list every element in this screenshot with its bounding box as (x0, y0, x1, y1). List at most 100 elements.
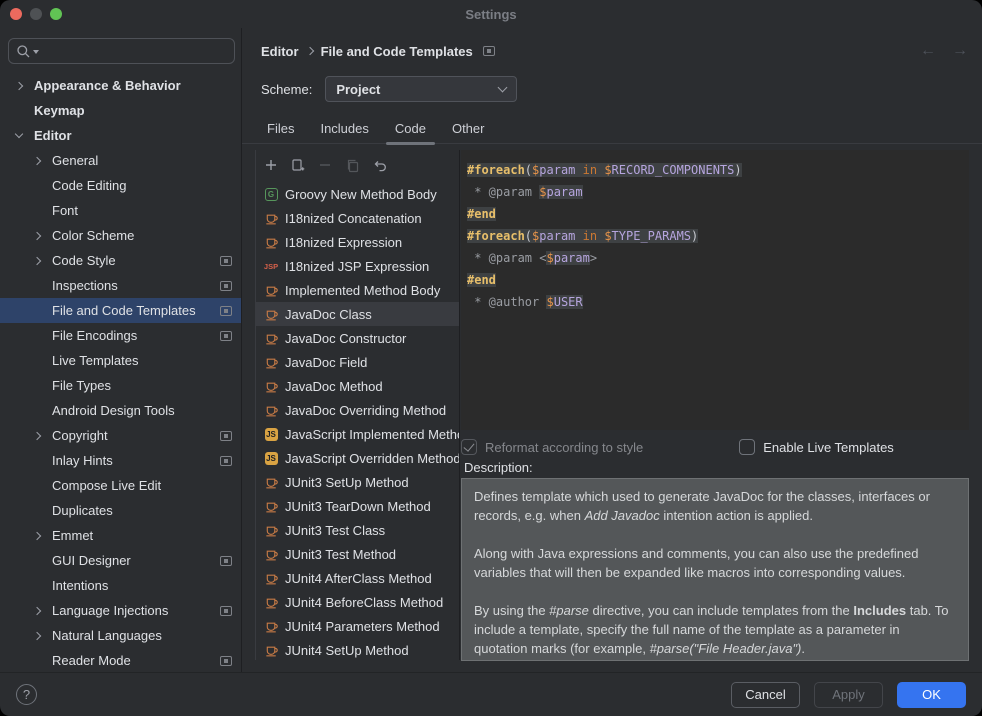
sidebar-item-code-style[interactable]: Code Style (0, 248, 241, 273)
template-item-javadoc-overriding-method[interactable]: JavaDoc Overriding Method (256, 398, 459, 422)
sidebar-item-inspections[interactable]: Inspections (0, 273, 241, 298)
back-button[interactable]: ← (920, 42, 936, 60)
sidebar-item-code-editing[interactable]: Code Editing (0, 173, 241, 198)
template-item-i18nized-jsp-expression[interactable]: JSPI18nized JSP Expression (256, 254, 459, 278)
chevron-right-icon[interactable] (33, 256, 41, 264)
template-item-label: Groovy New Method Body (285, 187, 437, 202)
sidebar-item-emmet[interactable]: Emmet (0, 523, 241, 548)
template-item-javascript-implemented-method[interactable]: JSJavaScript Implemented Method (256, 422, 459, 446)
code-line: #end (467, 203, 963, 225)
scheme-value: Project (336, 82, 380, 97)
template-item-javadoc-field[interactable]: JavaDoc Field (256, 350, 459, 374)
chevron-right-icon[interactable] (33, 431, 41, 439)
revert-template-button[interactable] (371, 157, 387, 173)
scheme-label: Scheme: (261, 82, 312, 97)
sidebar-item-inlay-hints[interactable]: Inlay Hints (0, 448, 241, 473)
chevron-right-icon[interactable] (33, 631, 41, 639)
sidebar-item-reader-mode[interactable]: Reader Mode (0, 648, 241, 672)
sidebar-item-file-encodings[interactable]: File Encodings (0, 323, 241, 348)
sidebar-item-android-design-tools[interactable]: Android Design Tools (0, 398, 241, 423)
template-item-junit4-parameters-method[interactable]: JUnit4 Parameters Method (256, 614, 459, 638)
tab-other[interactable]: Other (439, 114, 498, 143)
sidebar-item-font[interactable]: Font (0, 198, 241, 223)
chevron-down-icon[interactable] (15, 130, 23, 138)
settings-sidebar: Appearance & BehaviorKeymapEditor General… (0, 28, 242, 672)
description-paragraph: Defines template which used to generate … (474, 487, 956, 525)
minimize-window-button[interactable] (30, 8, 42, 20)
code-line: #foreach($param in $TYPE_PARAMS) (467, 225, 963, 247)
tab-includes[interactable]: Includes (307, 114, 381, 143)
sidebar-item-keymap[interactable]: Keymap (0, 98, 241, 123)
description-label: Description: (464, 460, 533, 475)
sidebar-item-label: Android Design Tools (52, 403, 175, 418)
template-item-junit3-test-method[interactable]: JUnit3 Test Method (256, 542, 459, 566)
template-item-junit3-setup-method[interactable]: JUnit3 SetUp Method (256, 470, 459, 494)
template-item-groovy-new-method-body[interactable]: GGroovy New Method Body (256, 182, 459, 206)
sidebar-item-editor[interactable]: Editor (0, 123, 241, 148)
sidebar-item-gui-designer[interactable]: GUI Designer (0, 548, 241, 573)
chevron-right-icon[interactable] (33, 156, 41, 164)
chevron-right-icon[interactable] (33, 606, 41, 614)
duplicate-template-button[interactable] (290, 157, 306, 173)
template-item-i18nized-concatenation[interactable]: I18nized Concatenation (256, 206, 459, 230)
sidebar-item-duplicates[interactable]: Duplicates (0, 498, 241, 523)
sidebar-item-appearance-behavior[interactable]: Appearance & Behavior (0, 73, 241, 98)
sidebar-item-live-templates[interactable]: Live Templates (0, 348, 241, 373)
sidebar-item-label: General (52, 153, 98, 168)
enable-live-templates-checkbox[interactable] (739, 439, 755, 455)
remove-template-button[interactable] (317, 157, 333, 173)
sidebar-item-file-types[interactable]: File Types (0, 373, 241, 398)
cancel-button[interactable]: Cancel (731, 682, 800, 708)
description-paragraph: Along with Java expressions and comments… (474, 544, 956, 582)
template-item-junit3-test-class[interactable]: JUnit3 Test Class (256, 518, 459, 542)
copy-template-button[interactable] (344, 157, 360, 173)
sidebar-item-compose-live-edit[interactable]: Compose Live Edit (0, 473, 241, 498)
add-template-button[interactable] (263, 157, 279, 173)
tabs: FilesIncludesCodeOther (242, 114, 982, 144)
template-item-junit4-afterclass-method[interactable]: JUnit4 AfterClass Method (256, 566, 459, 590)
search-input[interactable] (8, 38, 235, 64)
ok-button[interactable]: OK (897, 682, 966, 708)
scheme-dropdown[interactable]: Project (325, 76, 517, 102)
template-item-label: I18nized Concatenation (285, 211, 422, 226)
template-item-javadoc-method[interactable]: JavaDoc Method (256, 374, 459, 398)
chevron-right-icon[interactable] (33, 531, 41, 539)
sidebar-item-natural-languages[interactable]: Natural Languages (0, 623, 241, 648)
template-editor[interactable]: #foreach($param in $RECORD_COMPONENTS) *… (461, 150, 969, 430)
sidebar-item-file-and-code-templates[interactable]: File and Code Templates (0, 298, 241, 323)
sidebar-item-intentions[interactable]: Intentions (0, 573, 241, 598)
tab-files[interactable]: Files (254, 114, 307, 143)
close-window-button[interactable] (10, 8, 22, 20)
template-item-implemented-method-body[interactable]: Implemented Method Body (256, 278, 459, 302)
tab-code[interactable]: Code (382, 114, 439, 143)
template-item-junit4-beforeclass-method[interactable]: JUnit4 BeforeClass Method (256, 590, 459, 614)
template-item-javadoc-class[interactable]: JavaDoc Class (256, 302, 459, 326)
template-item-javadoc-constructor[interactable]: JavaDoc Constructor (256, 326, 459, 350)
chevron-right-icon[interactable] (15, 81, 23, 89)
template-item-junit4-setup-method[interactable]: JUnit4 SetUp Method (256, 638, 459, 660)
sidebar-item-color-scheme[interactable]: Color Scheme (0, 223, 241, 248)
template-item-label: JavaScript Implemented Method (285, 427, 459, 442)
java-class-icon (263, 498, 279, 514)
reformat-checkbox[interactable] (461, 439, 477, 455)
java-class-icon (263, 402, 279, 418)
chevron-right-icon[interactable] (33, 231, 41, 239)
sidebar-item-copyright[interactable]: Copyright (0, 423, 241, 448)
search-icon (16, 44, 31, 59)
template-item-junit3-teardown-method[interactable]: JUnit3 TearDown Method (256, 494, 459, 518)
template-item-javascript-overridden-method[interactable]: JSJavaScript Overridden Method (256, 446, 459, 470)
java-class-icon (263, 546, 279, 562)
sidebar-item-label: Reader Mode (52, 653, 131, 668)
sidebar-item-general[interactable]: General (0, 148, 241, 173)
apply-button[interactable]: Apply (814, 682, 883, 708)
sidebar-item-language-injections[interactable]: Language Injections (0, 598, 241, 623)
template-item-i18nized-expression[interactable]: I18nized Expression (256, 230, 459, 254)
template-list-panel: GGroovy New Method Body I18nized Concaten… (255, 150, 460, 660)
zoom-window-button[interactable] (50, 8, 62, 20)
forward-button[interactable]: → (952, 42, 968, 60)
help-button[interactable]: ? (16, 684, 37, 705)
java-class-icon (263, 570, 279, 586)
jsp-icon: JSP (263, 258, 279, 274)
template-item-label: JUnit4 Parameters Method (285, 619, 440, 634)
breadcrumb-editor[interactable]: Editor (261, 44, 299, 59)
